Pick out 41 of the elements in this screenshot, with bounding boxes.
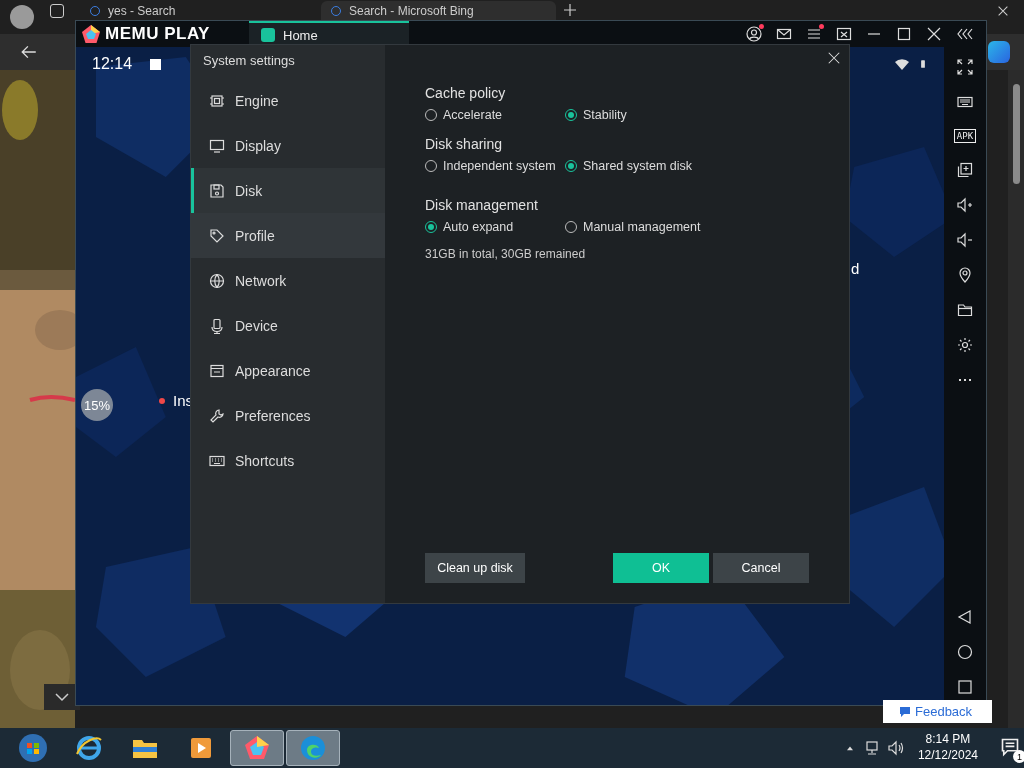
- settings-icon[interactable]: [957, 337, 973, 353]
- browser-tab[interactable]: Search - Microsoft Bing: [321, 1, 556, 20]
- browser-tab[interactable]: yes - Search: [80, 1, 315, 20]
- menu-icon[interactable]: [806, 26, 822, 42]
- back-triangle-icon[interactable]: [957, 609, 973, 625]
- back-arrow-icon[interactable]: [20, 43, 38, 61]
- fullscreen-icon[interactable]: [957, 59, 973, 75]
- app-logo-text: MEMU PLAY: [105, 24, 210, 44]
- chevron-down-icon[interactable]: [44, 684, 80, 710]
- close-icon[interactable]: [926, 26, 942, 42]
- maximize-icon[interactable]: [896, 26, 912, 42]
- home-circle-icon[interactable]: [957, 644, 973, 660]
- media-player-icon: [188, 735, 214, 761]
- folder-icon[interactable]: [957, 302, 973, 318]
- feedback-button[interactable]: Feedback: [883, 700, 992, 723]
- account-icon[interactable]: [746, 26, 762, 42]
- multi-window-icon[interactable]: [957, 162, 973, 178]
- profile-avatar[interactable]: [10, 5, 34, 29]
- tab-actions-icon[interactable]: [50, 4, 64, 18]
- speech-bubble-icon: [899, 705, 911, 718]
- start-orb-icon: [18, 733, 48, 763]
- location-pin-icon[interactable]: [957, 267, 973, 283]
- edge-icon: [299, 734, 327, 762]
- keyboard-icon[interactable]: [957, 94, 973, 110]
- apk-button[interactable]: APK: [953, 129, 977, 143]
- pentagon-logo-icon: [243, 734, 271, 762]
- home-tab[interactable]: Home: [249, 21, 409, 47]
- browser-e-icon: [75, 734, 103, 762]
- pentagon-logo-icon: [81, 24, 101, 44]
- taskbar-time: 8:14 PM: [925, 732, 971, 748]
- mail-icon[interactable]: [776, 26, 792, 42]
- volume-up-icon[interactable]: [957, 197, 973, 213]
- volume-down-icon[interactable]: [957, 232, 973, 248]
- speaker-icon[interactable]: [887, 740, 904, 756]
- network-icon[interactable]: [863, 740, 880, 756]
- close-icon[interactable]: [996, 4, 1010, 18]
- plus-icon[interactable]: [562, 2, 578, 18]
- taskbar-date: 12/12/2024: [917, 748, 978, 764]
- recents-square-icon[interactable]: [957, 679, 973, 695]
- collapse-icon[interactable]: [956, 26, 974, 42]
- scrollbar[interactable]: [1008, 70, 1024, 728]
